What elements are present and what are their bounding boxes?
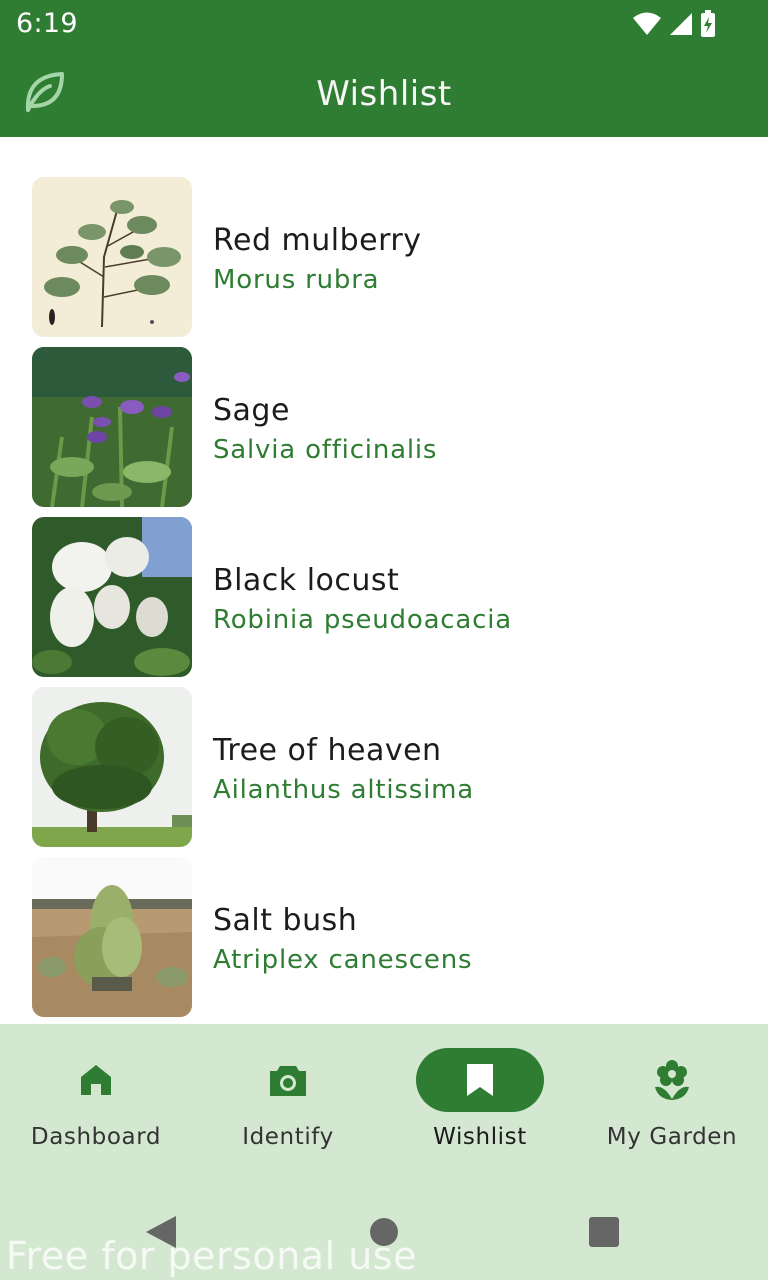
status-time: 6:19 [16, 8, 78, 39]
list-item[interactable]: Tree of heaven Ailanthus altissima [0, 687, 768, 857]
nav-label: Dashboard [30, 1124, 162, 1150]
plant-thumbnail [32, 347, 192, 507]
plant-scientific-name: Morus rubra [213, 265, 380, 295]
plant-scientific-name: Atriplex canescens [213, 945, 473, 975]
list-item[interactable]: Salt bush Atriplex canescens [0, 857, 768, 1024]
bookmark-icon [467, 1064, 493, 1096]
flower-icon [655, 1060, 689, 1100]
list-item[interactable]: Sage Salvia officinalis [0, 347, 768, 517]
plant-scientific-name: Salvia officinalis [213, 435, 438, 465]
nav-item-my-garden[interactable]: My Garden [576, 1024, 768, 1194]
plant-thumbnail [32, 857, 192, 1017]
wifi-icon [633, 12, 661, 35]
page-title: Wishlist [316, 74, 452, 114]
status-bar: 6:19 [0, 0, 768, 48]
plant-name: Black locust [213, 563, 400, 598]
camera-icon [270, 1066, 306, 1096]
nav-label: My Garden [606, 1124, 738, 1150]
nav-item-identify[interactable]: Identify [192, 1024, 384, 1194]
recents-icon[interactable] [589, 1217, 619, 1247]
nav-item-wishlist[interactable]: Wishlist [384, 1024, 576, 1194]
bottom-navigation: Dashboard Identify Wishlist My Garden [0, 1024, 768, 1194]
plant-name: Red mulberry [213, 223, 422, 258]
list-item[interactable]: Black locust Robinia pseudoacacia [0, 517, 768, 687]
plant-thumbnail [32, 177, 192, 337]
watermark-text: Free for personal use [6, 1234, 417, 1278]
plant-name: Salt bush [213, 903, 358, 938]
nav-item-dashboard[interactable]: Dashboard [0, 1024, 192, 1194]
plant-thumbnail [32, 687, 192, 847]
plant-thumbnail [32, 517, 192, 677]
nav-label: Identify [242, 1124, 334, 1150]
plant-scientific-name: Robinia pseudoacacia [213, 605, 512, 635]
list-item[interactable]: Red mulberry Morus rubra [0, 177, 768, 347]
nav-label: Wishlist [433, 1124, 527, 1150]
battery-icon [701, 10, 715, 37]
app-bar: Wishlist [0, 48, 768, 137]
signal-icon [670, 13, 692, 35]
home-icon [81, 1065, 111, 1095]
plant-scientific-name: Ailanthus altissima [213, 775, 474, 805]
plant-name: Sage [213, 393, 290, 428]
plant-name: Tree of heaven [213, 733, 442, 768]
wishlist-list: Red mulberry Morus rubra Sage Salvia off… [0, 137, 768, 1024]
